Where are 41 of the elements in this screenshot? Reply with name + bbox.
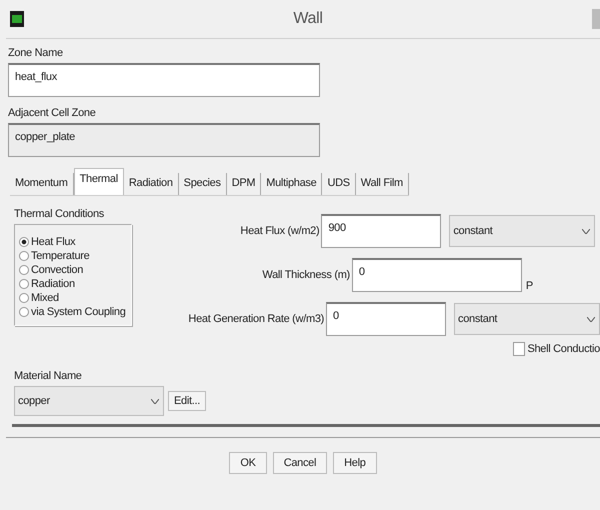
radio-option[interactable]: Convection xyxy=(19,263,127,277)
dialog-button[interactable]: Cancel xyxy=(272,452,328,474)
group-label: Thermal Conditions xyxy=(14,208,105,220)
heat-flux-field[interactable]: 900 xyxy=(321,214,442,248)
radio-option[interactable]: Mixed xyxy=(19,291,127,305)
tab[interactable]: Wall Film xyxy=(356,173,409,195)
radio-option[interactable]: Heat Flux xyxy=(19,235,127,249)
tab[interactable]: Multiphase xyxy=(261,173,322,195)
checkbox-label: Shell Conductio xyxy=(527,343,600,355)
field-label: Wall Thickness (m) xyxy=(262,269,350,281)
app-icon xyxy=(10,11,24,27)
zone-name-field[interactable]: heat_flux xyxy=(8,63,320,97)
window-title: Wall xyxy=(292,10,324,28)
radio-option[interactable]: via System Coupling xyxy=(19,305,127,319)
edit-button[interactable]: Edit... xyxy=(168,391,206,411)
checkbox[interactable] xyxy=(513,342,526,356)
wall-thickness-field[interactable]: 0 xyxy=(352,258,522,292)
tab[interactable]: Species xyxy=(178,173,227,195)
field-label: Heat Generation Rate (w/m3) xyxy=(188,313,324,325)
dialog-button[interactable]: Help xyxy=(333,452,377,474)
caret-icon xyxy=(151,398,159,404)
adjacent-zone-field: copper_plate xyxy=(8,123,320,157)
tab[interactable]: DPM xyxy=(226,173,262,195)
radio-option[interactable]: Radiation xyxy=(19,277,127,291)
tab[interactable]: UDS xyxy=(322,173,356,195)
dialog-button[interactable]: OK xyxy=(229,452,267,474)
caret-icon xyxy=(582,228,590,234)
scroll-bar[interactable] xyxy=(592,9,600,29)
field-label: Adjacent Cell Zone xyxy=(8,107,96,119)
material-dropdown[interactable]: copper xyxy=(14,386,164,416)
field-label: Heat Flux (w/m2) xyxy=(240,225,320,237)
field-label: Material Name xyxy=(14,370,82,382)
tab[interactable]: Radiation xyxy=(124,173,179,195)
field-label: Zone Name xyxy=(8,47,63,59)
tab[interactable]: Thermal xyxy=(74,168,124,195)
method-dropdown[interactable]: constant xyxy=(454,303,600,335)
method-dropdown[interactable]: constant xyxy=(449,215,596,247)
heat-generation-field[interactable]: 0 xyxy=(326,302,446,336)
radio-option[interactable]: Temperature xyxy=(19,249,127,263)
unit-label: P xyxy=(526,280,533,292)
caret-icon xyxy=(587,316,595,322)
